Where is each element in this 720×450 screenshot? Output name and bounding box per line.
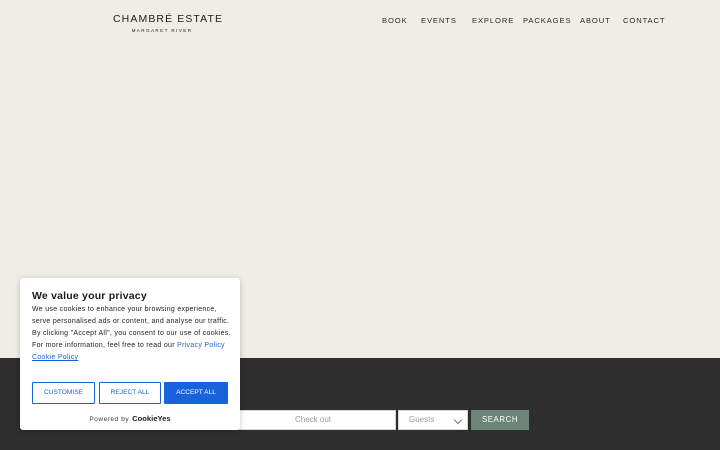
brand-logo[interactable]: CHAMBRÉ ESTATE MARGARET RIVER [113,13,224,33]
brand-title: CHAMBRÉ ESTATE [113,13,224,25]
checkout-field[interactable]: Check out [230,410,396,430]
reject-all-button[interactable]: REJECT ALL [99,382,161,404]
cookieyes-logo[interactable]: CookieYes [132,414,170,423]
brand-subtitle: MARGARET RIVER [131,28,193,33]
chevron-down-icon [453,415,463,425]
nav-item-events[interactable]: EVENTS [421,16,457,25]
nav-item-packages[interactable]: PACKAGES [523,16,571,25]
privacy-policy-link[interactable]: Privacy Policy [177,342,225,349]
cookie-consent-banner: We value your privacy We use cookies to … [20,278,240,430]
accept-all-button[interactable]: ACCEPT ALL [164,382,228,404]
powered-by-text: Powered by [89,416,130,423]
cookie-title: We value your privacy [32,290,147,302]
powered-by: Powered by CookieYes [20,414,240,423]
cookie-policy-link[interactable]: Cookie Policy [32,354,78,361]
checkout-placeholder: Check out [294,415,332,424]
nav-item-book[interactable]: BOOK [382,16,408,25]
search-button[interactable]: SEARCH [471,410,529,430]
guests-select[interactable]: Guests [398,410,468,430]
customise-button[interactable]: CUSTOMISE [32,382,95,404]
guests-label: Guests [409,415,435,424]
nav-item-about[interactable]: ABOUT [580,16,611,25]
cookie-description: We use cookies to enhance your browsing … [32,304,232,364]
nav-item-explore[interactable]: EXPLORE [472,16,514,25]
nav-item-contact[interactable]: CONTACT [623,16,665,25]
